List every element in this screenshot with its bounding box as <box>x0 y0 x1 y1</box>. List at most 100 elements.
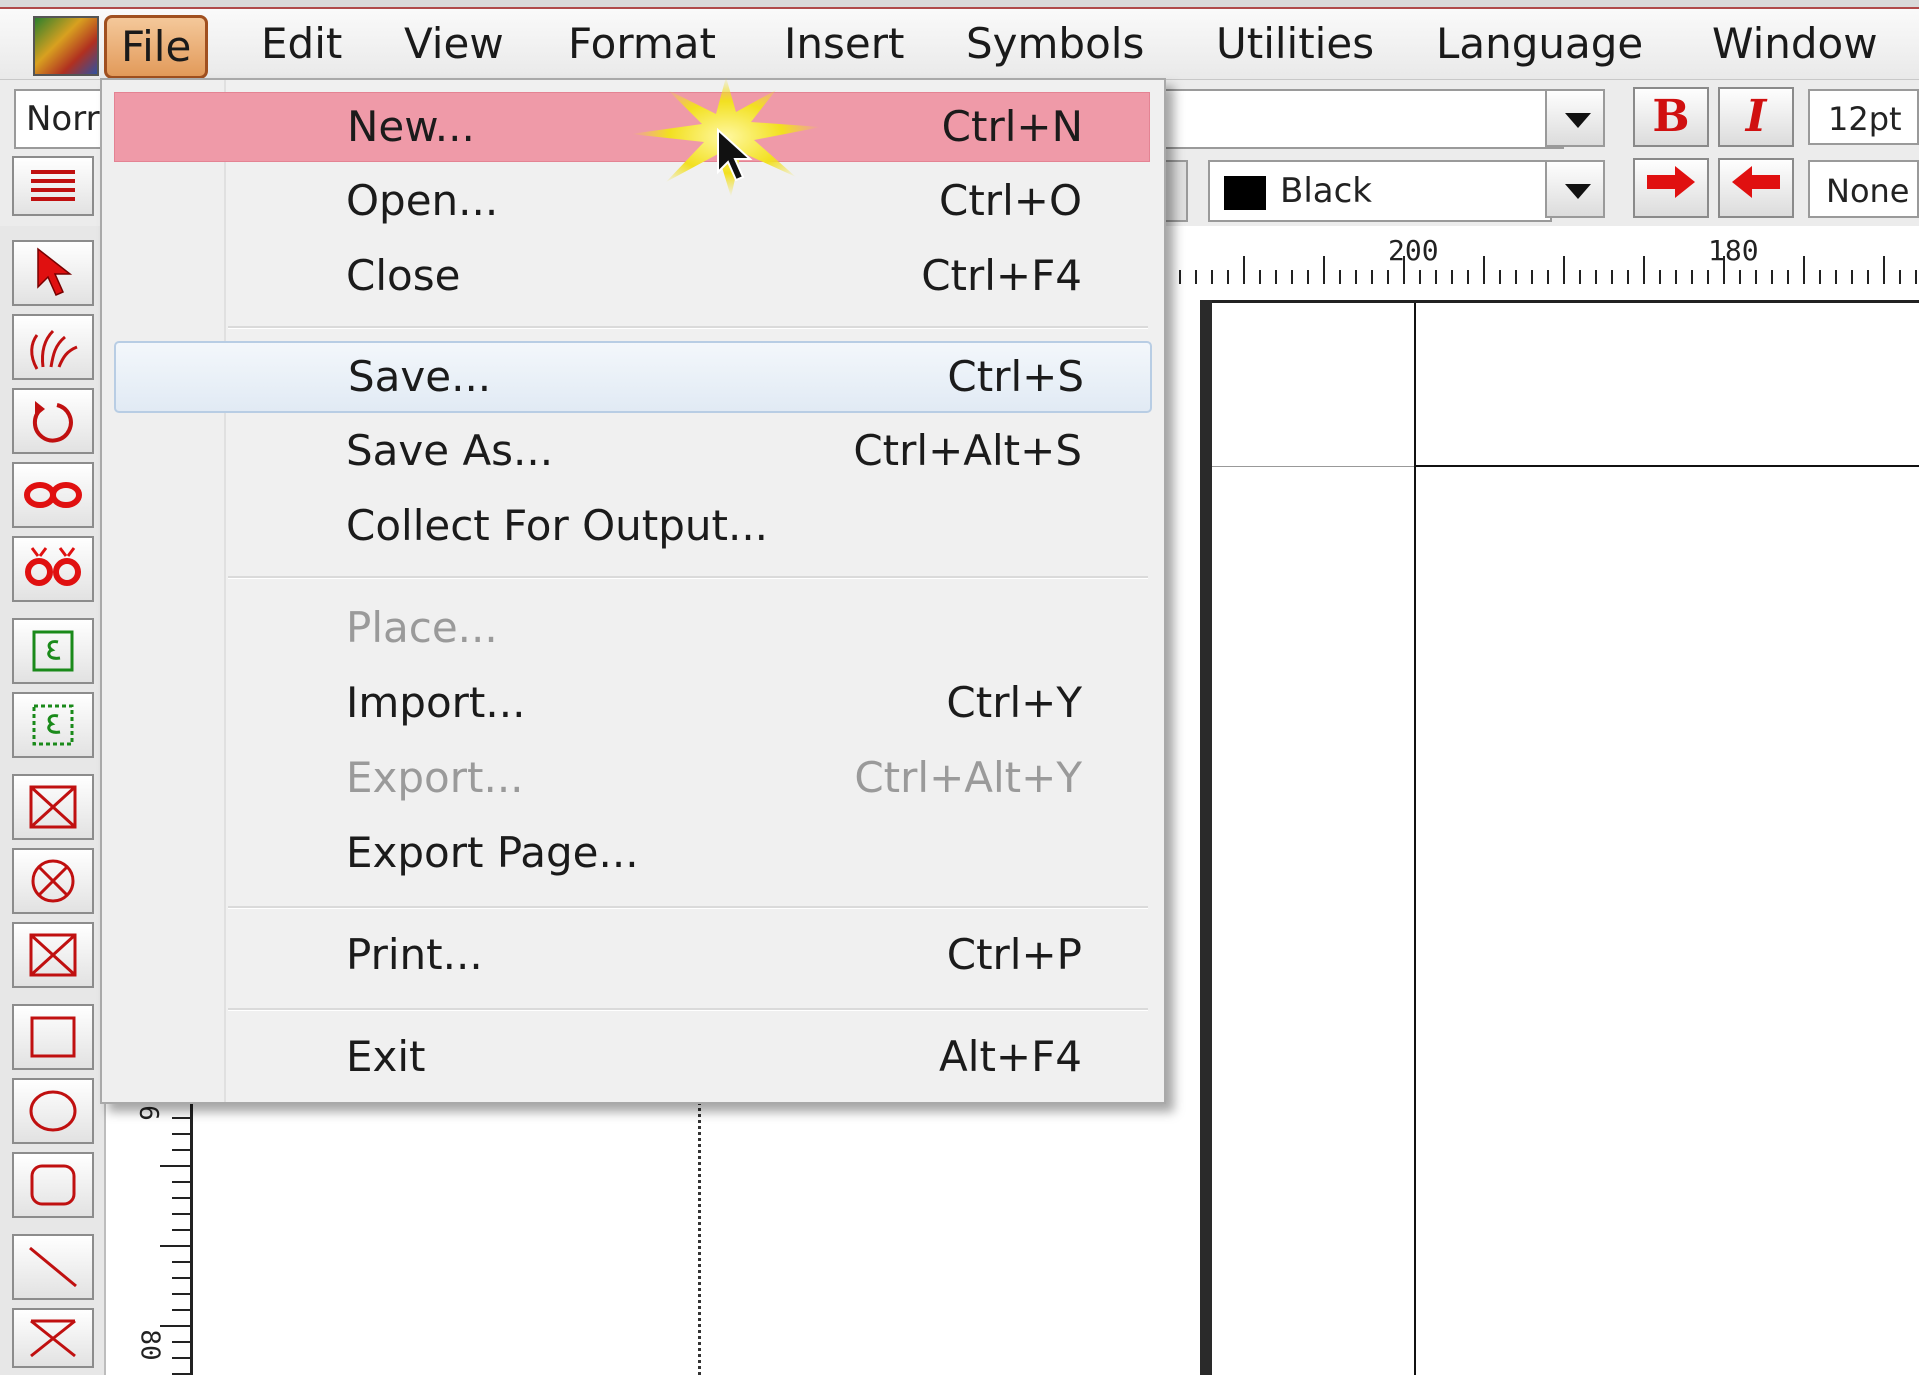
color-dropdown-arrow-icon[interactable] <box>1545 160 1605 218</box>
menu-edit-label: Edit <box>261 19 343 68</box>
picture-frame-alt-icon[interactable] <box>12 922 94 988</box>
menu-language-label: Language <box>1436 19 1644 68</box>
menu-item-export-page-label: Export Page... <box>346 828 639 877</box>
horizontal-ruler: 200 180 <box>1160 226 1919 287</box>
menu-item-print[interactable]: Print... Ctrl+P <box>114 921 1148 989</box>
menu-symbols-label: Symbols <box>966 19 1145 68</box>
menu-utilities-label: Utilities <box>1216 19 1375 68</box>
pointer-arrow-icon[interactable] <box>12 240 94 306</box>
ruler-label-6: 6 <box>132 1105 163 1121</box>
menu-item-save-as[interactable]: Save As... Ctrl+Alt+S <box>114 417 1148 485</box>
line-style-field[interactable]: None <box>1808 160 1919 218</box>
menu-item-print-label: Print... <box>346 930 483 979</box>
menu-item-place-label: Place... <box>346 603 498 652</box>
rounded-rect-icon[interactable] <box>12 1152 94 1218</box>
menu-item-new-shortcut: Ctrl+N <box>941 102 1083 151</box>
menu-item-collect-for-output[interactable]: Collect For Output... <box>114 492 1148 560</box>
menu-view[interactable]: View <box>388 15 520 73</box>
font-select[interactable] <box>1140 89 1564 149</box>
menu-file[interactable]: File <box>104 15 209 79</box>
arrow-right-icon <box>1647 166 1695 198</box>
unlink-frames-icon[interactable] <box>12 536 94 602</box>
menu-item-close-shortcut: Ctrl+F4 <box>921 251 1082 300</box>
menu-window[interactable]: Window <box>1696 15 1894 73</box>
menu-item-exit[interactable]: Exit Alt+F4 <box>114 1023 1148 1091</box>
bold-label: B <box>1652 91 1690 142</box>
app-logo-icon[interactable] <box>33 16 99 76</box>
menu-item-import-label: Import... <box>346 678 526 727</box>
menu-item-save-as-label: Save As... <box>346 426 554 475</box>
font-dropdown-arrow-icon[interactable] <box>1545 89 1605 147</box>
italic-button[interactable]: I <box>1718 87 1794 147</box>
vertical-ruler: 6 80 <box>130 1080 193 1375</box>
guide-line <box>698 1090 701 1375</box>
line-icon[interactable] <box>12 1234 94 1300</box>
menu-item-print-shortcut: Ctrl+P <box>946 930 1082 979</box>
picture-frame-icon[interactable] <box>12 774 94 840</box>
menu-item-new-label: New... <box>347 102 475 151</box>
color-swatch <box>1224 176 1266 210</box>
text-frame-dotted-icon[interactable] <box>12 692 94 758</box>
ellipse-icon[interactable] <box>12 1078 94 1144</box>
menu-item-export: Export... Ctrl+Alt+Y <box>114 744 1148 812</box>
menu-item-open-shortcut: Ctrl+O <box>939 176 1082 225</box>
menu-item-exit-shortcut: Alt+F4 <box>939 1032 1082 1081</box>
arrow-left-icon <box>1732 166 1780 198</box>
menu-language[interactable]: Language <box>1420 15 1659 73</box>
menu-item-save[interactable]: Save... Ctrl+S <box>114 341 1152 413</box>
style-select-value: Norr <box>26 99 100 139</box>
menu-symbols[interactable]: Symbols <box>950 15 1160 73</box>
menu-item-close-label: Close <box>346 251 461 300</box>
menu-edit[interactable]: Edit <box>245 15 358 73</box>
page-shadow <box>1200 300 1212 1375</box>
menu-insert-label: Insert <box>784 19 905 68</box>
text-frame-icon[interactable] <box>12 618 94 684</box>
font-size-value: 12pt <box>1828 100 1902 138</box>
menu-item-save-as-shortcut: Ctrl+Alt+S <box>853 426 1082 475</box>
color-select[interactable]: Black <box>1208 160 1552 222</box>
ruler-label-80: 80 <box>134 1329 165 1361</box>
ruler-label-200: 200 <box>1388 234 1439 267</box>
menu-item-export-shortcut: Ctrl+Alt+Y <box>854 753 1082 802</box>
menu-file-label: File <box>121 22 192 71</box>
menu-item-open-label: Open... <box>346 176 499 225</box>
hand-icon[interactable] <box>12 314 94 380</box>
rotate-icon[interactable] <box>12 388 94 454</box>
link-frames-icon[interactable] <box>12 462 94 528</box>
rectangle-icon[interactable] <box>12 1004 94 1070</box>
menu-insert[interactable]: Insert <box>768 15 920 73</box>
polygon-icon[interactable] <box>12 1308 94 1368</box>
ruler-label-180: 180 <box>1708 234 1759 267</box>
menu-view-label: View <box>404 19 504 68</box>
menu-bar: File Edit View Format Insert Symbols Uti… <box>0 9 1919 80</box>
menu-item-place: Place... <box>114 594 1148 662</box>
margin-guide-vertical <box>1414 303 1416 1375</box>
menu-item-save-label: Save... <box>348 352 492 401</box>
document-page[interactable] <box>1212 300 1919 1378</box>
align-right-icon[interactable] <box>12 156 94 216</box>
margin-guide-top-left <box>1212 466 1414 467</box>
file-menu-dropdown: New... Ctrl+N Open... Ctrl+O Close Ctrl+… <box>100 78 1166 1104</box>
menu-item-import[interactable]: Import... Ctrl+Y <box>114 669 1148 737</box>
horizontal-ruler-ticks <box>1163 256 1917 284</box>
bold-button[interactable]: B <box>1633 87 1709 147</box>
click-burst-cursor-icon <box>631 77 821 197</box>
oval-picture-frame-icon[interactable] <box>12 848 94 914</box>
menu-format[interactable]: Format <box>552 15 732 73</box>
menu-separator <box>228 1008 1148 1011</box>
menu-separator <box>228 906 1148 909</box>
line-style-value: None <box>1826 172 1910 210</box>
menu-item-exit-label: Exit <box>346 1032 426 1081</box>
menu-item-collect-label: Collect For Output... <box>346 501 769 550</box>
italic-label: I <box>1745 91 1767 142</box>
menu-item-export-label: Export... <box>346 753 524 802</box>
menu-utilities[interactable]: Utilities <box>1200 15 1390 73</box>
menu-format-label: Format <box>568 19 717 68</box>
direction-rtl-button[interactable] <box>1718 158 1794 218</box>
menu-item-close[interactable]: Close Ctrl+F4 <box>114 242 1148 310</box>
direction-ltr-button[interactable] <box>1633 158 1709 218</box>
font-size-field[interactable]: 12pt <box>1808 89 1919 145</box>
menu-item-import-shortcut: Ctrl+Y <box>946 678 1082 727</box>
tool-palette <box>0 226 106 1375</box>
menu-item-export-page[interactable]: Export Page... <box>114 819 1148 887</box>
